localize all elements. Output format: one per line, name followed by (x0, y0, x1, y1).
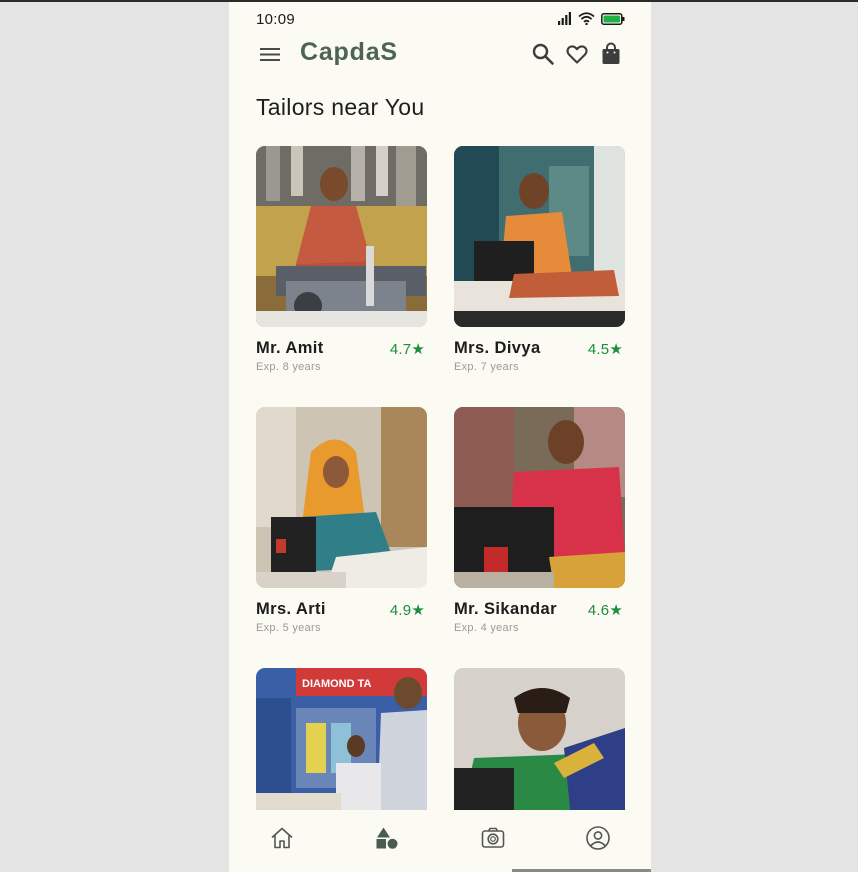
tailor-name: Mrs. Divya (454, 339, 541, 357)
tailor-experience: Exp. 8 years (256, 361, 321, 373)
camera-icon[interactable] (480, 825, 506, 851)
profile-icon[interactable] (585, 825, 611, 851)
tailor-experience: Exp. 7 years (454, 361, 519, 373)
tailor-photo (454, 407, 625, 588)
appbar-actions (531, 42, 623, 66)
tailor-name: Mrs. Arti (256, 600, 326, 618)
wifi-icon (578, 12, 595, 30)
bottom-navigation (229, 810, 651, 872)
tailor-card[interactable]: Mrs. Divya 4.5★ Exp. 7 years (454, 146, 625, 373)
search-icon[interactable] (531, 42, 555, 66)
status-icons (558, 12, 625, 30)
section-title: Tailors near You (256, 94, 425, 120)
tailor-rating: 4.5★ (587, 340, 623, 358)
app-title: CapdaS (300, 38, 398, 66)
signal-icon (558, 12, 572, 30)
tailor-rating: 4.6★ (587, 601, 623, 619)
categories-icon[interactable] (374, 825, 400, 851)
tailor-rating: 4.9★ (389, 601, 425, 619)
shop-sign-text: DIAMOND TA (302, 678, 372, 690)
tailor-card[interactable]: Mrs. Arti 4.9★ Exp. 5 years (256, 407, 427, 634)
tailor-name: Mr. Amit (256, 339, 324, 357)
battery-icon (601, 12, 625, 30)
tailor-photo (256, 407, 427, 588)
tailor-photo (256, 146, 427, 327)
tailor-card[interactable]: Mr. Sikandar 4.6★ Exp. 4 years (454, 407, 625, 634)
tailor-name: Mr. Sikandar (454, 600, 557, 618)
tailor-rating: 4.7★ (389, 340, 425, 358)
tailor-experience: Exp. 5 years (256, 622, 321, 634)
shopping-bag-icon[interactable] (599, 42, 623, 66)
tailor-experience: Exp. 4 years (454, 622, 519, 634)
phone-screen: 10:09 CapdaS Tailors near You Mr. Amit 4… (229, 2, 651, 872)
favorites-icon[interactable] (565, 42, 589, 66)
tailor-photo (454, 146, 625, 327)
menu-icon[interactable] (258, 44, 282, 64)
status-time: 10:09 (256, 11, 296, 28)
home-icon[interactable] (269, 825, 295, 851)
tailor-card[interactable]: Mr. Amit 4.7★ Exp. 8 years (256, 146, 427, 373)
